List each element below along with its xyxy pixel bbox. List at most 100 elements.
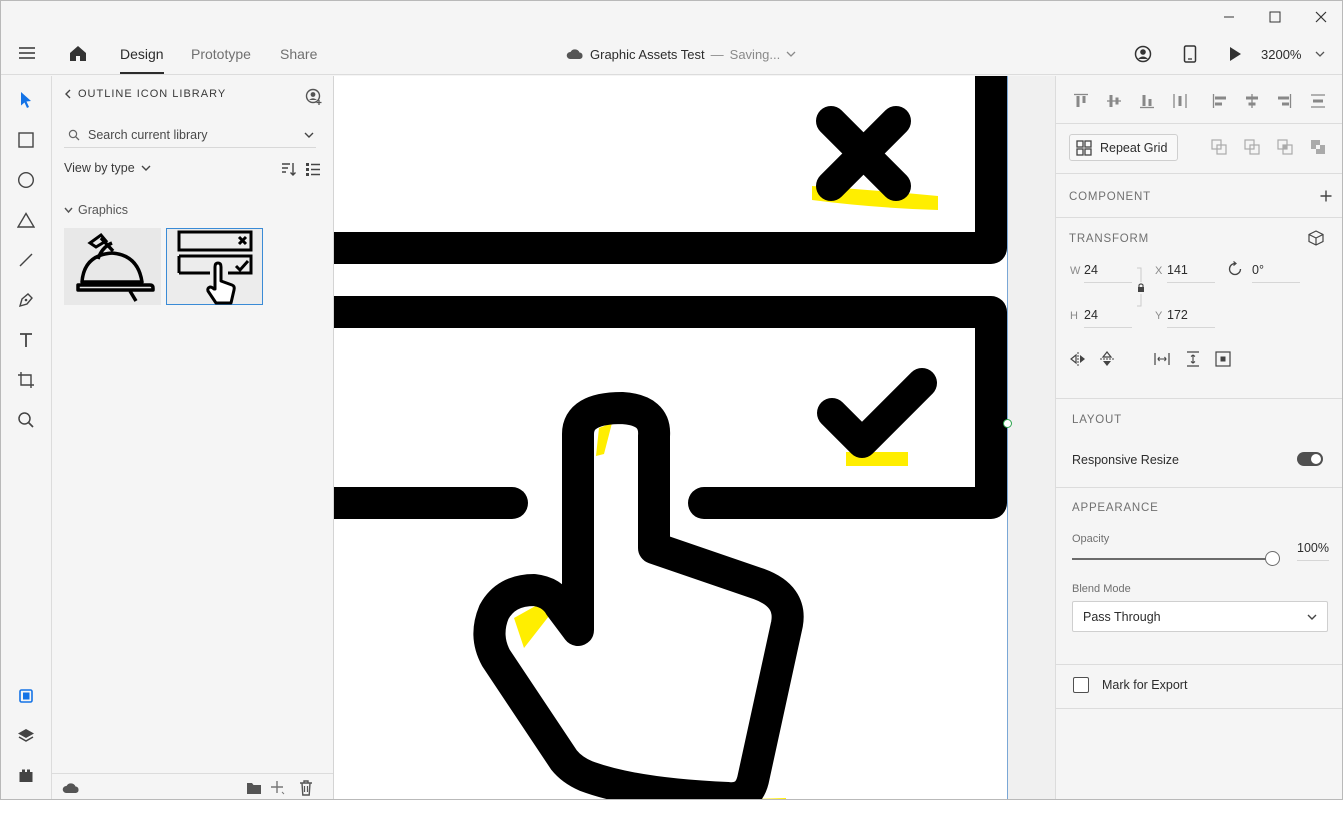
boolean-subtract-button[interactable] xyxy=(1243,138,1261,156)
distribute-spacing-horizontal-button[interactable] xyxy=(1153,350,1171,368)
rectangle-tool[interactable] xyxy=(14,128,38,152)
selection-handle[interactable] xyxy=(1003,419,1012,428)
library-search-input[interactable] xyxy=(80,127,295,142)
rotation-field[interactable]: 0° xyxy=(1252,263,1300,283)
cloud-icon xyxy=(566,49,583,59)
tab-design[interactable]: Design xyxy=(120,33,164,75)
height-field[interactable]: 24 xyxy=(1084,308,1132,328)
responsive-resize-toggle[interactable] xyxy=(1297,452,1323,466)
chevron-down-icon xyxy=(64,207,73,214)
asset-thumbnail-hard-hat[interactable] xyxy=(64,228,161,305)
list-view-button[interactable] xyxy=(304,160,322,178)
view-by-dropdown[interactable]: View by type xyxy=(64,161,151,175)
text-icon xyxy=(20,333,32,347)
cloud-sync-button[interactable] xyxy=(62,780,80,796)
delete-asset-button[interactable] xyxy=(297,779,315,797)
close-window-button[interactable] xyxy=(1298,1,1342,33)
play-preview-button[interactable] xyxy=(1228,46,1242,62)
opacity-label: Opacity xyxy=(1072,533,1110,545)
zoomed-checklist-hand-graphic[interactable] xyxy=(334,76,1055,800)
minimize-button[interactable] xyxy=(1206,1,1252,33)
flip-vertical-button[interactable] xyxy=(1098,350,1116,368)
add-asset-button[interactable] xyxy=(269,779,287,797)
ellipse-tool[interactable] xyxy=(14,168,38,192)
document-title[interactable]: Graphic Assets Test — Saving... xyxy=(566,33,796,75)
share-user-button[interactable] xyxy=(1134,45,1152,63)
asset-thumbnail-checklist-hand[interactable] xyxy=(166,228,263,305)
layers-panel-button[interactable] xyxy=(14,724,38,748)
boolean-intersect-button[interactable] xyxy=(1276,138,1294,156)
lock-aspect-button[interactable] xyxy=(1134,266,1148,308)
rotation-button[interactable] xyxy=(1226,260,1244,278)
chevron-down-icon xyxy=(141,165,151,171)
design-canvas[interactable] xyxy=(334,76,1055,800)
spacing-vertical-icon xyxy=(1187,351,1199,367)
opacity-slider-thumb[interactable] xyxy=(1265,551,1280,566)
3d-transform-button[interactable] xyxy=(1307,229,1325,247)
hard-hat-icon xyxy=(75,232,155,302)
library-search xyxy=(64,122,316,148)
spacing-horizontal-icon xyxy=(1154,353,1170,365)
align-left-button[interactable] xyxy=(1211,92,1229,110)
align-right-button[interactable] xyxy=(1275,92,1293,110)
home-button[interactable] xyxy=(68,44,88,62)
tab-share[interactable]: Share xyxy=(280,33,317,75)
align-right-icon xyxy=(1278,94,1292,108)
align-bottom-button[interactable] xyxy=(1138,92,1156,110)
distribute-vertical-button[interactable] xyxy=(1171,92,1189,110)
document-name: Graphic Assets Test xyxy=(590,46,705,62)
library-share-button[interactable] xyxy=(304,87,324,107)
magnifier-icon xyxy=(18,412,34,428)
artboard-edge xyxy=(1007,76,1008,799)
align-center-button[interactable] xyxy=(1243,92,1261,110)
opacity-field[interactable]: 100% xyxy=(1297,541,1329,561)
repeat-grid-button[interactable]: Repeat Grid xyxy=(1069,134,1179,161)
flip-horizontal-button[interactable] xyxy=(1069,350,1087,368)
align-top-icon xyxy=(1074,93,1088,107)
y-label: Y xyxy=(1155,310,1163,322)
fit-content-button[interactable] xyxy=(1214,350,1232,368)
distribute-spacing-vertical-button[interactable] xyxy=(1184,350,1202,368)
chevron-down-icon[interactable] xyxy=(304,131,314,139)
zoom-dropdown[interactable]: 3200% xyxy=(1261,33,1325,75)
align-horizontal-center-icon xyxy=(1246,94,1258,108)
divider xyxy=(1056,487,1342,488)
zoom-tool[interactable] xyxy=(14,408,38,432)
home-icon xyxy=(70,46,86,61)
open-folder-button[interactable] xyxy=(245,779,263,797)
select-tool[interactable] xyxy=(14,88,38,112)
divider xyxy=(1056,664,1342,665)
mark-for-export-checkbox[interactable] xyxy=(1073,677,1089,693)
device-preview-button[interactable] xyxy=(1183,45,1197,63)
plugins-panel-button[interactable] xyxy=(14,764,38,788)
opacity-slider-track[interactable] xyxy=(1072,558,1269,560)
text-tool[interactable] xyxy=(14,328,38,352)
distribute-horizontal-button[interactable] xyxy=(1309,92,1327,110)
align-top-button[interactable] xyxy=(1072,92,1090,110)
blend-mode-select[interactable]: Pass Through xyxy=(1072,601,1328,632)
graphics-group-toggle[interactable]: Graphics xyxy=(64,203,128,217)
distribute-horizontal-icon xyxy=(1311,94,1325,108)
add-component-button[interactable] xyxy=(1318,188,1334,204)
boolean-add-button[interactable] xyxy=(1210,138,1228,156)
hamburger-menu-button[interactable] xyxy=(18,45,36,61)
align-middle-button[interactable] xyxy=(1105,92,1123,110)
boolean-exclude-button[interactable] xyxy=(1309,138,1327,156)
width-label: W xyxy=(1070,265,1081,277)
library-back-button[interactable]: OUTLINE ICON LIBRARY xyxy=(64,88,226,100)
blend-mode-label: Blend Mode xyxy=(1072,583,1131,595)
tab-prototype[interactable]: Prototype xyxy=(191,33,251,75)
y-position-field[interactable]: 172 xyxy=(1167,308,1215,328)
artboard-tool[interactable] xyxy=(14,368,38,392)
x-position-field[interactable]: 141 xyxy=(1167,263,1215,283)
sort-button[interactable] xyxy=(280,160,298,178)
pen-tool[interactable] xyxy=(14,288,38,312)
width-field[interactable]: 24 xyxy=(1084,263,1132,283)
align-vertical-center-icon xyxy=(1107,95,1121,107)
zoom-level: 3200% xyxy=(1261,46,1302,62)
polygon-tool[interactable] xyxy=(14,208,38,232)
libraries-panel-button[interactable] xyxy=(14,684,38,708)
maximize-button[interactable] xyxy=(1252,1,1298,33)
repeat-grid-label: Repeat Grid xyxy=(1100,140,1168,155)
line-tool[interactable] xyxy=(14,248,38,272)
